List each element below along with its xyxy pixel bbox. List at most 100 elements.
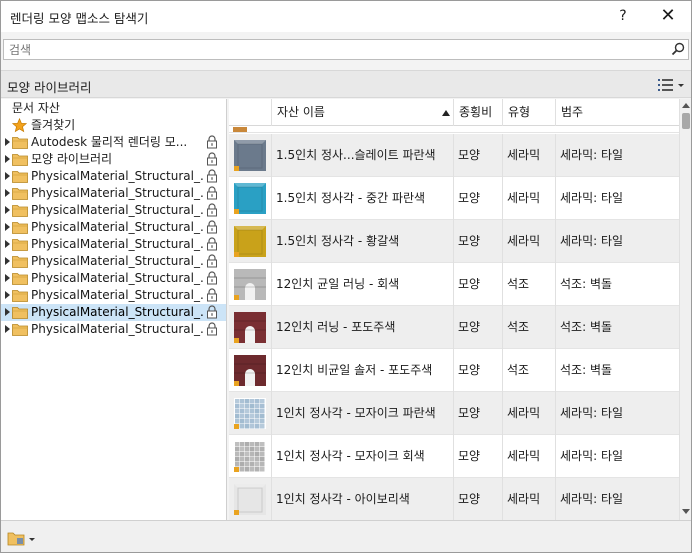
tree-item[interactable]: PhysicalMaterial_Structural_...: [1, 270, 226, 287]
lock-icon: [207, 288, 217, 302]
tree-item-document-assets[interactable]: 문서 자산: [1, 100, 226, 117]
scroll-down-icon[interactable]: [682, 509, 690, 514]
asset-name-cell: 1인치 정사각 - 모자이크 파란색: [272, 392, 454, 435]
type-cell: 석조: [503, 306, 556, 349]
header-aspect[interactable]: 종횡비: [454, 99, 503, 126]
tree-item[interactable]: PhysicalMaterial_Structural_...: [1, 321, 226, 338]
aspect-cell: 모양: [454, 435, 503, 478]
expand-arrow-icon[interactable]: [5, 291, 10, 299]
tree-item[interactable]: PhysicalMaterial_Structural_...: [1, 202, 226, 219]
type-cell: 세라믹: [503, 220, 556, 263]
folder-icon: [12, 290, 28, 302]
tree-item[interactable]: PhysicalMaterial_Structural_...: [1, 304, 226, 321]
close-button[interactable]: ✕: [653, 4, 683, 28]
expand-arrow-icon[interactable]: [5, 206, 10, 214]
expand-arrow-icon[interactable]: [5, 172, 10, 180]
lock-icon: [207, 135, 217, 149]
type-cell: 세라믹: [503, 134, 556, 177]
header-type[interactable]: 유형: [503, 99, 556, 126]
table-row[interactable]: 1인치 정사각 - 모자이크 파란색 모양 세라믹 세라믹: 타일: [229, 392, 679, 435]
asset-name-cell: 1인치 정사각 - 아이보리색: [272, 478, 454, 520]
tree-item[interactable]: 모양 라이브러리: [1, 151, 226, 168]
search-box: [3, 39, 689, 60]
lock-icon: [207, 271, 217, 285]
search-icon[interactable]: [671, 42, 685, 56]
tree-item[interactable]: PhysicalMaterial_Structural_...: [1, 253, 226, 270]
folder-icon: [12, 273, 28, 285]
table-row[interactable]: 1인치 정사각 - 모자이크 회색 모양 세라믹 세라믹: 타일: [229, 435, 679, 478]
folder-icon: [12, 239, 28, 251]
type-cell: 세라믹: [503, 392, 556, 435]
tree-item-label: PhysicalMaterial_Structural_...: [31, 288, 205, 302]
aspect-cell: 모양: [454, 263, 503, 306]
category-cell: 세라믹: 타일: [560, 191, 624, 205]
category-cell: 세라믹: 타일: [560, 492, 624, 506]
scroll-up-icon[interactable]: [682, 103, 690, 108]
expand-arrow-icon[interactable]: [5, 138, 10, 146]
tree-item[interactable]: Autodesk 물리적 렌더링 모...: [1, 134, 226, 151]
list-view-icon[interactable]: [656, 76, 686, 94]
expand-arrow-icon[interactable]: [5, 325, 10, 333]
scroll-thumb[interactable]: [682, 113, 690, 129]
tree-item-label: 즐겨찾기: [31, 118, 76, 132]
thumbnail-cell: [229, 478, 272, 520]
aspect-cell: 모양: [454, 306, 503, 349]
asset-name-cell: 1.5인치 정사각 - 황갈색: [272, 220, 454, 263]
table-row[interactable]: 1.5인치 정사...슬레이트 파란색 모양 세라믹 세라믹: 타일: [229, 134, 679, 177]
material-thumbnail: [234, 441, 266, 472]
thumbnail-partial: [233, 127, 247, 132]
open-library-icon[interactable]: [7, 529, 37, 547]
aspect-cell: 모양: [454, 478, 503, 520]
category-cell: 석조: 벽돌: [560, 277, 613, 291]
expand-arrow-icon[interactable]: [5, 308, 10, 316]
title-bar: 렌더링 모양 맵소스 탐색기 ? ✕: [1, 1, 691, 32]
table-row[interactable]: 12인치 균일 러닝 - 회색 모양 석조 석조: 벽돌: [229, 263, 679, 306]
material-thumbnail: [234, 484, 266, 515]
type-cell: 석조: [503, 349, 556, 392]
folder-icon: [12, 188, 28, 200]
table-row[interactable]: 1.5인치 정사각 - 중간 파란색 모양 세라믹 세라믹: 타일: [229, 177, 679, 220]
tree-item[interactable]: PhysicalMaterial_Structural_...: [1, 168, 226, 185]
material-thumbnail: [234, 355, 266, 386]
thumbnail-cell: [229, 392, 272, 435]
material-thumbnail: [234, 398, 266, 429]
tree-item-label: 문서 자산: [12, 101, 60, 115]
window-title: 렌더링 모양 맵소스 탐색기: [10, 11, 149, 26]
expand-arrow-icon[interactable]: [5, 223, 10, 231]
expand-arrow-icon[interactable]: [5, 274, 10, 282]
category-cell: 세라믹: 타일: [560, 406, 624, 420]
tree-item[interactable]: PhysicalMaterial_Structural_...: [1, 287, 226, 304]
sort-ascending-icon: [442, 110, 450, 116]
material-thumbnail: [234, 312, 266, 343]
table-row[interactable]: 1인치 정사각 - 아이보리색 모양 세라믹 세라믹: 타일: [229, 478, 679, 520]
search-input[interactable]: [4, 40, 664, 59]
category-cell: 세라믹: 타일: [560, 234, 624, 248]
expand-arrow-icon[interactable]: [5, 240, 10, 248]
header-asset-name[interactable]: 자산 이름: [272, 99, 454, 126]
star-icon: [12, 118, 27, 133]
lock-icon: [207, 237, 217, 251]
header-category[interactable]: 범주: [556, 99, 679, 126]
asset-name-cell: 12인치 균일 러닝 - 회색: [272, 263, 454, 306]
table-row[interactable]: 12인치 러닝 - 포도주색 모양 석조 석조: 벽돌: [229, 306, 679, 349]
tree-item[interactable]: PhysicalMaterial_Structural_...: [1, 219, 226, 236]
tree-item-label: PhysicalMaterial_Structural_...: [31, 237, 205, 251]
table-row[interactable]: 12인치 비균일 솔저 - 포도주색 모양 석조 석조: 벽돌: [229, 349, 679, 392]
category-cell: 세라믹: 타일: [560, 148, 624, 162]
folder-icon: [12, 222, 28, 234]
thumbnail-cell: [229, 220, 272, 263]
table-row[interactable]: 1.5인치 정사각 - 황갈색 모양 세라믹 세라믹: 타일: [229, 220, 679, 263]
tree-item[interactable]: PhysicalMaterial_Structural_...: [1, 185, 226, 202]
help-button[interactable]: ?: [609, 4, 637, 28]
expand-arrow-icon[interactable]: [5, 257, 10, 265]
aspect-cell: 모양: [454, 220, 503, 263]
tree-item[interactable]: PhysicalMaterial_Structural_...: [1, 236, 226, 253]
folder-icon: [12, 171, 28, 183]
expand-arrow-icon[interactable]: [5, 155, 10, 163]
vertical-scrollbar[interactable]: [679, 99, 691, 520]
tree-item-label: PhysicalMaterial_Structural_...: [31, 220, 205, 234]
tree-item-favorites[interactable]: 즐겨찾기: [1, 117, 226, 134]
expand-arrow-icon[interactable]: [5, 189, 10, 197]
folder-icon: [12, 137, 28, 149]
bottom-toolbar: [1, 520, 691, 552]
